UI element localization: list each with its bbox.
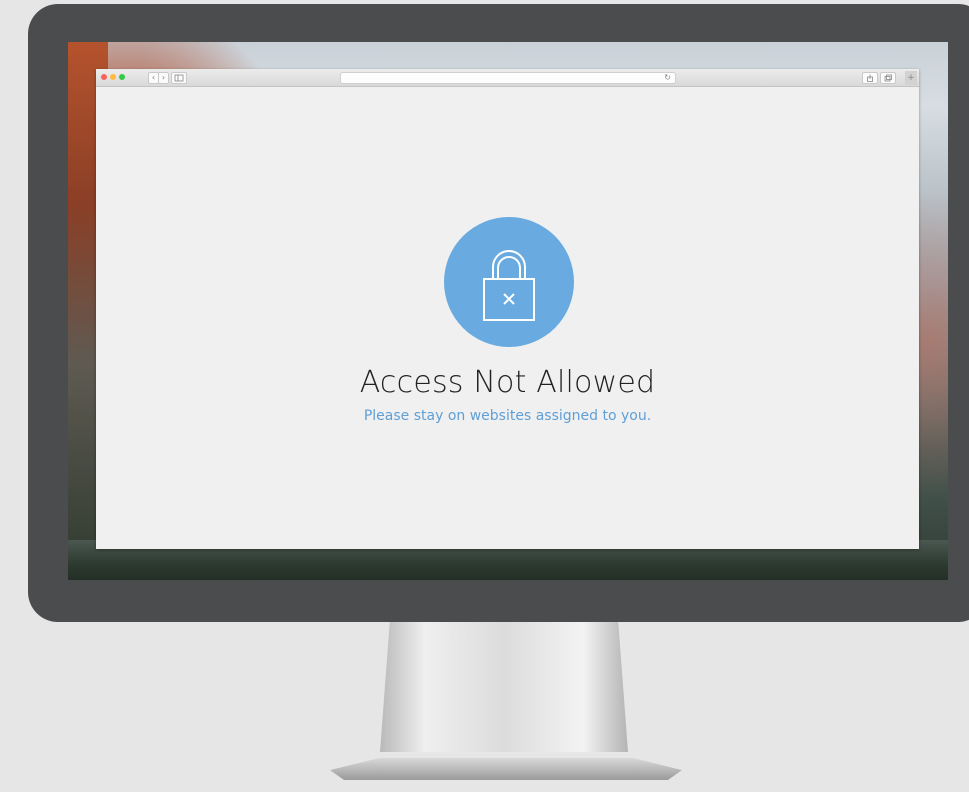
share-icon-glyph [867,74,873,82]
lock-icon-glyph [483,250,535,321]
page-subtitle: Please stay on websites assigned to you. [363,408,652,424]
sidebar-icon-glyph [174,74,184,82]
monitor-scene: ‹ › ↻ + Access Not Allowed Please stay o… [0,0,969,792]
tabs-icon-glyph [884,74,892,82]
address-bar[interactable]: ↻ [340,72,676,84]
sidebar-icon[interactable] [171,72,187,84]
lock-x-icon [444,217,574,347]
share-icon[interactable] [862,72,878,84]
monitor-stand [380,620,628,752]
browser-toolbar: ‹ › ↻ + [96,69,919,87]
browser-window: ‹ › ↻ + Access Not Allowed Please stay o… [96,69,919,549]
chevron-right-icon[interactable]: › [158,72,169,84]
window-close-button[interactable] [101,74,107,80]
reload-icon[interactable]: ↻ [664,73,671,83]
monitor-stand-base [330,758,682,780]
plus-icon[interactable]: + [905,71,917,85]
window-maximize-button[interactable] [119,74,125,80]
window-minimize-button[interactable] [110,74,116,80]
blocked-page-content: Access Not Allowed Please stay on websit… [96,87,919,549]
tabs-icon[interactable] [880,72,896,84]
page-title: Access Not Allowed [359,365,656,400]
